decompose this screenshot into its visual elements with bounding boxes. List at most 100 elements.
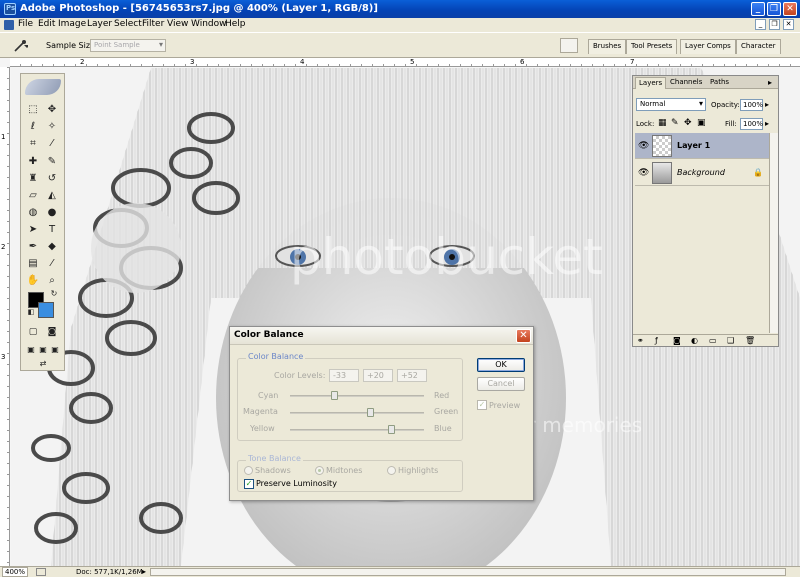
new-layer-icon[interactable]: ❑ — [727, 336, 734, 345]
notes-icon[interactable]: ▤ — [25, 256, 41, 272]
layer-name[interactable]: Background — [677, 168, 725, 177]
tab-channels[interactable]: Channels — [667, 77, 705, 89]
eyedropper-tool-icon[interactable] — [12, 39, 28, 53]
tab-layer-comps[interactable]: Layer Comps — [680, 39, 736, 54]
doc-close-button[interactable]: ✕ — [783, 19, 794, 30]
history-brush-icon[interactable]: ↺ — [44, 171, 60, 187]
tab-paths[interactable]: Paths — [707, 77, 732, 89]
yellow-blue-slider-thumb[interactable] — [388, 425, 396, 434]
brush-icon[interactable]: ✎ — [44, 154, 60, 170]
document-info-icon[interactable] — [36, 568, 46, 576]
menu-help[interactable]: Help — [225, 19, 246, 29]
magenta-green-slider-track[interactable] — [290, 412, 424, 414]
opacity-input[interactable]: 100% — [740, 99, 763, 111]
blend-mode-select[interactable]: Normal — [636, 98, 706, 111]
dodge-icon[interactable]: ● — [44, 205, 60, 221]
menu-view[interactable]: View — [167, 19, 188, 29]
slice-icon[interactable]: ⁄ — [44, 136, 60, 152]
new-group-icon[interactable]: ▭ — [709, 336, 717, 345]
lock-transparency-icon[interactable]: ▦ — [658, 118, 667, 128]
lock-all-icon[interactable]: ▣ — [697, 118, 706, 128]
cyan-red-level-input[interactable]: -33 — [329, 369, 359, 382]
layer-style-icon[interactable]: ƒ — [655, 336, 658, 345]
default-colors-icon[interactable]: ◧ — [23, 304, 39, 320]
menu-file[interactable]: File — [18, 19, 33, 29]
cyan-red-slider-thumb[interactable] — [331, 391, 339, 400]
crop-icon[interactable]: ⌗ — [25, 136, 41, 152]
yellow-blue-level-input[interactable]: +52 — [397, 369, 427, 382]
close-button[interactable]: ✕ — [783, 2, 797, 16]
cancel-button[interactable]: Cancel — [477, 377, 525, 391]
dialog-close-button[interactable]: ✕ — [516, 329, 531, 343]
visibility-eye-icon[interactable]: 👁 — [638, 168, 649, 178]
blur-icon[interactable]: ◍ — [25, 205, 41, 221]
magenta-green-level-input[interactable]: +20 — [363, 369, 393, 382]
move-icon[interactable]: ✥ — [44, 102, 60, 118]
magic-wand-icon[interactable]: ✧ — [44, 119, 60, 135]
swap-colors-icon[interactable]: ↻ — [46, 286, 62, 302]
preserve-luminosity-checkbox[interactable]: ✓ — [244, 479, 254, 489]
menu-select[interactable]: Select — [114, 19, 142, 29]
highlights-radio[interactable] — [387, 466, 396, 475]
opacity-arrow-icon[interactable]: ▸ — [765, 100, 769, 109]
standard-mode-icon[interactable]: ▢ — [25, 324, 41, 340]
layers-scrollbar[interactable] — [769, 133, 778, 333]
photoshop-app-icon[interactable] — [4, 3, 16, 15]
lock-image-icon[interactable]: ✎ — [671, 118, 679, 128]
adjustment-layer-icon[interactable]: ◐ — [691, 336, 698, 345]
clone-stamp-icon[interactable]: ♜ — [25, 171, 41, 187]
tab-character[interactable]: Character — [736, 39, 781, 54]
magenta-green-slider-thumb[interactable] — [366, 408, 374, 417]
layer-name[interactable]: Layer 1 — [677, 141, 710, 150]
document-icon[interactable] — [4, 20, 14, 30]
dialog-title-bar[interactable]: Color Balance ✕ — [230, 327, 533, 345]
yellow-blue-slider-track[interactable] — [290, 429, 424, 431]
paint-bucket-icon[interactable]: ◭ — [44, 188, 60, 204]
menu-image[interactable]: Image — [58, 19, 86, 29]
tab-layers[interactable]: Layers — [635, 77, 667, 89]
sample-size-select[interactable]: Point Sample — [90, 39, 166, 52]
tab-tool-presets[interactable]: Tool Presets — [626, 39, 678, 54]
marquee-icon[interactable]: ⬚ — [25, 102, 41, 118]
delete-layer-icon[interactable]: 🗑 — [745, 336, 755, 345]
midtones-radio[interactable] — [315, 466, 324, 475]
doc-minimize-button[interactable]: _ — [755, 19, 766, 30]
horizontal-scrollbar[interactable] — [150, 568, 786, 576]
fill-arrow-icon[interactable]: ▸ — [765, 119, 769, 128]
layer-mask-icon[interactable]: ◙ — [673, 336, 681, 345]
layer-row[interactable]: 👁 Layer 1 — [635, 133, 769, 159]
eraser-icon[interactable]: ▱ — [25, 188, 41, 204]
maximize-button[interactable]: ❐ — [767, 2, 781, 16]
jump-to-imageready-icon[interactable]: ⇄ — [35, 356, 51, 372]
layer-row[interactable]: 👁 Background 🔒 — [635, 160, 769, 186]
doc-restore-button[interactable]: ❐ — [769, 19, 780, 30]
palette-well-icon[interactable] — [560, 38, 578, 53]
feather-logo-icon[interactable] — [25, 79, 61, 95]
menu-edit[interactable]: Edit — [38, 19, 55, 29]
path-select-icon[interactable]: ➤ — [25, 222, 41, 238]
zoom-level-field[interactable]: 400% — [2, 567, 28, 577]
hand-icon[interactable]: ✋ — [25, 273, 41, 289]
pen-icon[interactable]: ✒ — [25, 239, 41, 255]
tab-brushes[interactable]: Brushes — [588, 39, 627, 54]
minimize-button[interactable]: _ — [751, 2, 765, 16]
fill-input[interactable]: 100% — [740, 118, 763, 130]
healing-brush-icon[interactable]: ✚ — [25, 154, 41, 170]
lock-position-icon[interactable]: ✥ — [684, 118, 692, 128]
quick-mask-icon[interactable]: ◙ — [44, 324, 60, 340]
type-icon[interactable]: T — [44, 222, 60, 238]
lasso-icon[interactable]: ℓ — [25, 119, 41, 135]
shape-icon[interactable]: ◆ — [44, 239, 60, 255]
visibility-eye-icon[interactable]: 👁 — [638, 141, 649, 151]
ok-button[interactable]: OK — [477, 358, 525, 372]
status-menu-arrow-icon[interactable]: ▸ — [142, 567, 146, 576]
menu-layer[interactable]: Layer — [87, 19, 112, 29]
panel-menu-icon[interactable]: ▸ — [765, 77, 775, 89]
background-color-swatch[interactable] — [38, 302, 54, 318]
menu-window[interactable]: Window — [191, 19, 227, 29]
link-layers-icon[interactable]: ⚭ — [637, 336, 644, 345]
cyan-red-slider-track[interactable] — [290, 395, 424, 397]
eyedropper-icon[interactable]: ⁄ — [44, 256, 60, 272]
preview-checkbox[interactable]: ✓ — [477, 400, 487, 410]
menu-filter[interactable]: Filter — [142, 19, 164, 29]
